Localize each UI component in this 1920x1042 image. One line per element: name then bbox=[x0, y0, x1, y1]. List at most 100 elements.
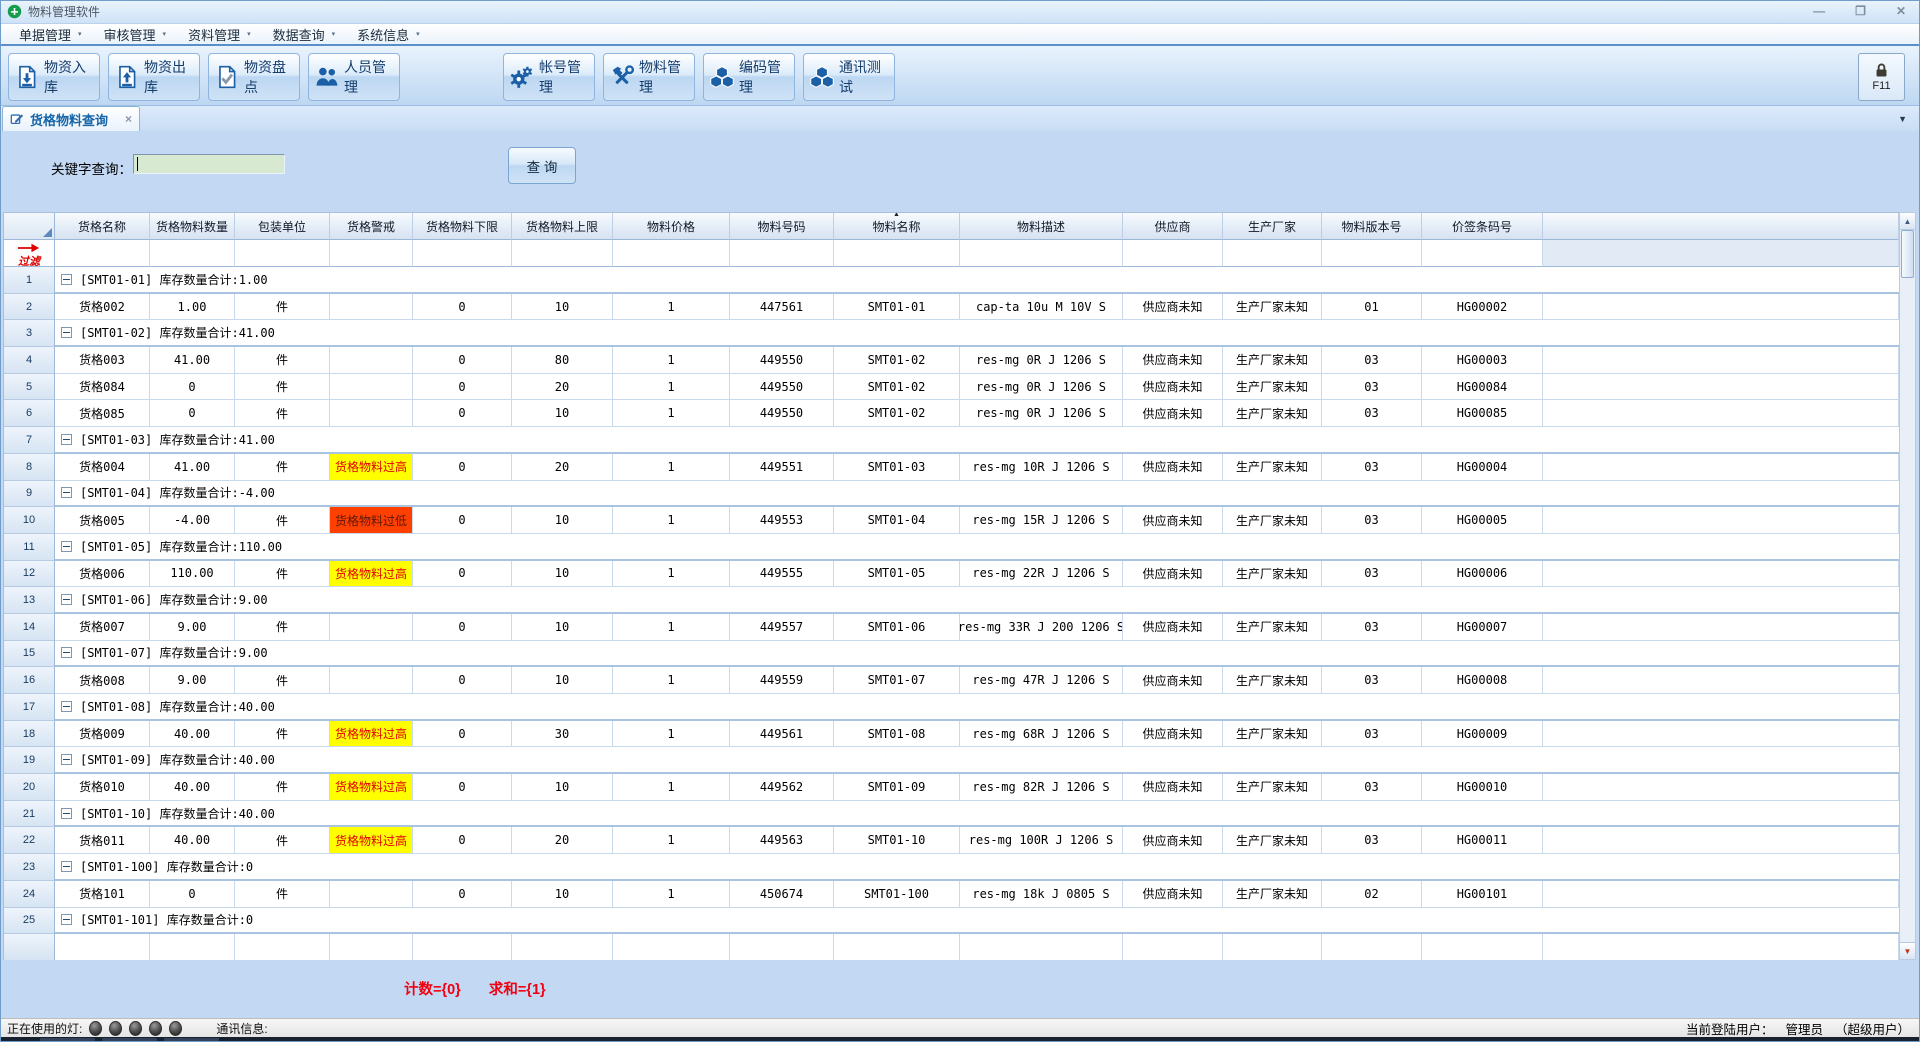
row-number-cell[interactable]: 2 bbox=[4, 294, 55, 321]
table-row[interactable]: 2货格0021.00件0101447561SMT01-01cap-ta 10u … bbox=[4, 294, 1899, 321]
tab-close-icon[interactable]: × bbox=[125, 112, 132, 126]
filter-cell-8[interactable] bbox=[730, 240, 834, 267]
filter-cell-13[interactable] bbox=[1322, 240, 1422, 267]
group-row[interactable]: 3[SMT01-02] 库存数量合计:41.00 bbox=[4, 320, 1899, 347]
row-number-cell[interactable]: 10 bbox=[4, 507, 55, 534]
menu-item-1[interactable]: 单据管理▾ bbox=[8, 23, 93, 46]
menu-item-5[interactable]: 系统信息▾ bbox=[346, 23, 431, 46]
row-number-cell[interactable]: 21 bbox=[4, 801, 55, 828]
restore-button[interactable]: ❐ bbox=[1855, 0, 1866, 22]
filter-cell-10[interactable] bbox=[960, 240, 1123, 267]
column-header-12[interactable]: 生产厂家 bbox=[1223, 213, 1322, 240]
filter-cell-14[interactable] bbox=[1422, 240, 1543, 267]
column-header-6[interactable]: 货格物料上限 bbox=[512, 213, 613, 240]
tab-cargo-material-query[interactable]: 货格物料查询 × bbox=[2, 106, 140, 131]
collapse-icon[interactable] bbox=[61, 274, 72, 285]
toolbar-button-1[interactable]: 物资入库 bbox=[8, 53, 100, 101]
keyword-query-input[interactable] bbox=[133, 154, 285, 174]
filter-cell-9[interactable] bbox=[834, 240, 960, 267]
column-header-10[interactable]: 物料描述 bbox=[960, 213, 1123, 240]
toolbar-button-3[interactable]: 物资盘点 bbox=[208, 53, 300, 101]
table-row[interactable]: 6货格0850件0101449550SMT01-02res-mg 0R J 12… bbox=[4, 400, 1899, 427]
scrollbar-thumb[interactable] bbox=[1901, 230, 1914, 278]
minimize-button[interactable]: — bbox=[1813, 0, 1825, 22]
row-number-cell[interactable]: 1 bbox=[4, 267, 55, 294]
filter-cell-4[interactable] bbox=[330, 240, 413, 267]
row-number-cell[interactable]: 24 bbox=[4, 881, 55, 908]
collapse-icon[interactable] bbox=[61, 701, 72, 712]
group-row[interactable]: 17[SMT01-08] 库存数量合计:40.00 bbox=[4, 694, 1899, 721]
column-header-4[interactable]: 货格警戒 bbox=[330, 213, 413, 240]
table-row[interactable]: 20货格01040.00件货格物料过高0101449562SMT01-09res… bbox=[4, 774, 1899, 801]
table-row[interactable]: 16货格0089.00件0101449559SMT01-07res-mg 47R… bbox=[4, 667, 1899, 694]
group-row[interactable]: 7[SMT01-03] 库存数量合计:41.00 bbox=[4, 427, 1899, 454]
row-number-cell[interactable]: 18 bbox=[4, 721, 55, 748]
collapse-icon[interactable] bbox=[61, 541, 72, 552]
group-row[interactable]: 1[SMT01-01] 库存数量合计:1.00 bbox=[4, 267, 1899, 294]
row-number-cell[interactable]: 23 bbox=[4, 854, 55, 881]
table-row[interactable]: 5货格0840件0201449550SMT01-02res-mg 0R J 12… bbox=[4, 374, 1899, 401]
row-number-cell[interactable]: 20 bbox=[4, 774, 55, 801]
filter-cell-7[interactable] bbox=[613, 240, 730, 267]
group-row[interactable]: 21[SMT01-10] 库存数量合计:40.00 bbox=[4, 801, 1899, 828]
table-row[interactable]: 22货格01140.00件货格物料过高0201449563SMT01-10res… bbox=[4, 827, 1899, 854]
menu-item-3[interactable]: 资料管理▾ bbox=[177, 23, 262, 46]
toolbar-button-5[interactable]: 帐号管理 bbox=[503, 53, 595, 101]
group-row[interactable]: 11[SMT01-05] 库存数量合计:110.00 bbox=[4, 534, 1899, 561]
row-number-cell[interactable]: 7 bbox=[4, 427, 55, 454]
collapse-icon[interactable] bbox=[61, 914, 72, 925]
table-row[interactable]: 14货格0079.00件0101449557SMT01-06res-mg 33R… bbox=[4, 614, 1899, 641]
row-number-cell[interactable]: 25 bbox=[4, 908, 55, 935]
collapse-icon[interactable] bbox=[61, 861, 72, 872]
table-row[interactable]: 12货格006110.00件货格物料过高0101449555SMT01-05re… bbox=[4, 561, 1899, 588]
table-row[interactable]: 8货格00441.00件货格物料过高0201449551SMT01-03res-… bbox=[4, 454, 1899, 481]
menu-item-2[interactable]: 审核管理▾ bbox=[93, 23, 178, 46]
collapse-icon[interactable] bbox=[61, 647, 72, 658]
row-number-cell[interactable] bbox=[4, 934, 55, 960]
scroll-down-icon[interactable]: ▼ bbox=[1900, 942, 1915, 959]
collapse-icon[interactable] bbox=[61, 808, 72, 819]
column-header-5[interactable]: 货格物料下限 bbox=[413, 213, 512, 240]
filter-cell-3[interactable] bbox=[235, 240, 330, 267]
row-number-cell[interactable]: 11 bbox=[4, 534, 55, 561]
row-number-cell[interactable]: 17 bbox=[4, 694, 55, 721]
group-row[interactable]: 19[SMT01-09] 库存数量合计:40.00 bbox=[4, 747, 1899, 774]
row-number-cell[interactable]: 19 bbox=[4, 747, 55, 774]
grid-corner-cell[interactable] bbox=[4, 213, 55, 240]
column-header-14[interactable]: 价签条码号 bbox=[1422, 213, 1543, 240]
collapse-icon[interactable] bbox=[61, 487, 72, 498]
row-number-cell[interactable]: 22 bbox=[4, 827, 55, 854]
collapse-icon[interactable] bbox=[61, 327, 72, 338]
table-row[interactable]: 24货格1010件0101450674SMT01-100res-mg 18k J… bbox=[4, 881, 1899, 908]
toolbar-button-2[interactable]: 物资出库 bbox=[108, 53, 200, 101]
collapse-icon[interactable] bbox=[61, 434, 72, 445]
toolbar-button-6[interactable]: 物料管理 bbox=[603, 53, 695, 101]
row-number-cell[interactable]: 3 bbox=[4, 320, 55, 347]
row-number-cell[interactable]: 8 bbox=[4, 454, 55, 481]
column-header-3[interactable]: 包装单位 bbox=[235, 213, 330, 240]
row-number-cell[interactable]: 14 bbox=[4, 614, 55, 641]
filter-cell-11[interactable] bbox=[1123, 240, 1223, 267]
filter-cell-5[interactable] bbox=[413, 240, 512, 267]
row-number-cell[interactable]: 4 bbox=[4, 347, 55, 374]
lock-f11-button[interactable]: F11 bbox=[1858, 53, 1905, 101]
tab-overflow-arrow-icon[interactable]: ▼ bbox=[1898, 114, 1907, 124]
collapse-icon[interactable] bbox=[61, 594, 72, 605]
filter-cell-1[interactable] bbox=[55, 240, 150, 267]
filter-cell-12[interactable] bbox=[1223, 240, 1322, 267]
group-row[interactable]: 25[SMT01-101] 库存数量合计:0 bbox=[4, 908, 1899, 935]
column-header-8[interactable]: 物料号码 bbox=[730, 213, 834, 240]
filter-cell-6[interactable] bbox=[512, 240, 613, 267]
vertical-scrollbar[interactable]: ▲ ▼ bbox=[1899, 212, 1916, 960]
row-number-cell[interactable]: 16 bbox=[4, 667, 55, 694]
close-button[interactable]: ✕ bbox=[1896, 0, 1906, 22]
column-header-11[interactable]: 供应商 bbox=[1123, 213, 1223, 240]
collapse-icon[interactable] bbox=[61, 754, 72, 765]
menu-item-4[interactable]: 数据查询▾ bbox=[262, 23, 347, 46]
filter-cell-2[interactable] bbox=[150, 240, 235, 267]
table-row[interactable]: 18货格00940.00件货格物料过高0301449561SMT01-08res… bbox=[4, 721, 1899, 748]
table-row[interactable]: 10货格005-4.00件货格物料过低0101449553SMT01-04res… bbox=[4, 507, 1899, 534]
group-row[interactable]: 15[SMT01-07] 库存数量合计:9.00 bbox=[4, 641, 1899, 668]
table-row[interactable]: 4货格00341.00件0801449550SMT01-02res-mg 0R … bbox=[4, 347, 1899, 374]
query-button[interactable]: 查 询 bbox=[508, 147, 576, 184]
